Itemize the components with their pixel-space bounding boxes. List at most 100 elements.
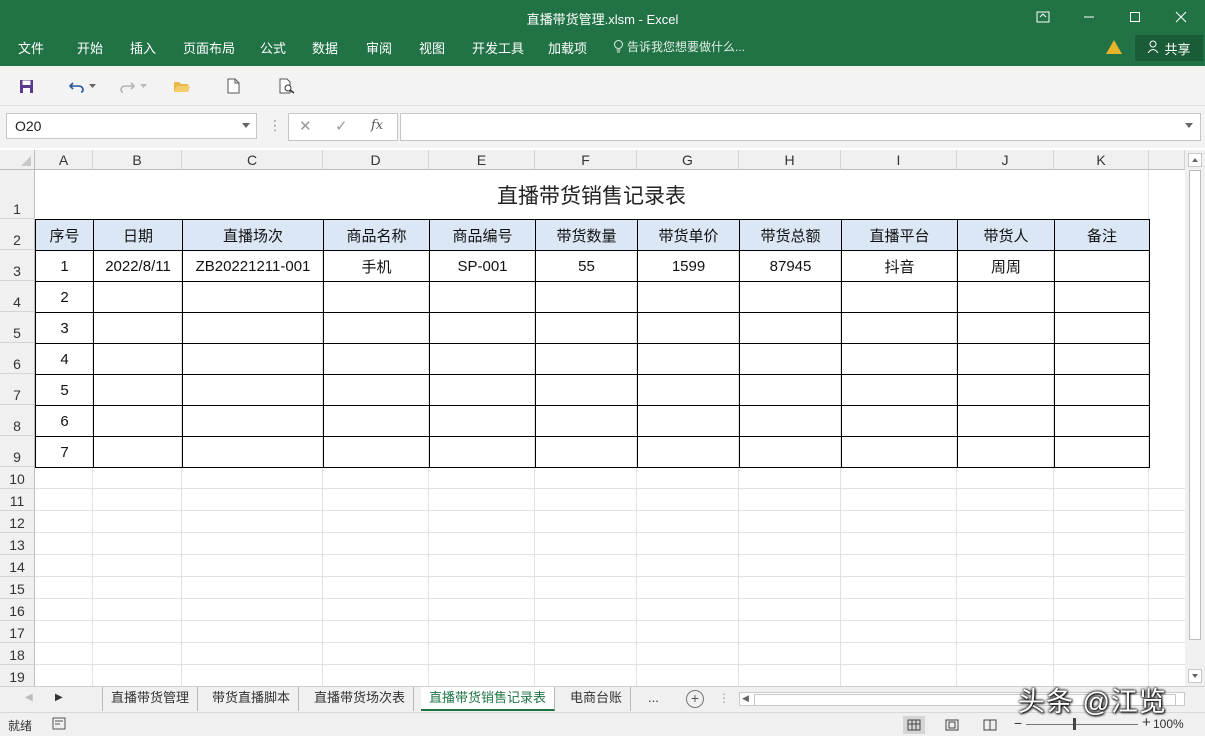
normal-view-icon[interactable] (903, 716, 925, 734)
sheet-tab-3[interactable]: 直播带货场次表 (306, 687, 415, 711)
row-header-4[interactable]: 4 (0, 281, 35, 312)
share-button[interactable]: 共享 (1135, 35, 1203, 61)
table-cell[interactable] (535, 343, 638, 375)
table-cell[interactable] (957, 343, 1055, 375)
table-cell[interactable] (1054, 250, 1150, 282)
table-cell[interactable]: 55 (535, 250, 638, 282)
tab-scroll-left-icon[interactable]: ◀ (25, 692, 33, 703)
minimize-button[interactable] (1066, 2, 1112, 32)
table-cell[interactable] (182, 405, 324, 437)
table-cell[interactable] (1054, 405, 1150, 437)
header-cell[interactable]: 带货数量 (535, 219, 638, 251)
table-cell[interactable]: 6 (35, 405, 94, 437)
row-header-14[interactable]: 14 (0, 555, 35, 577)
table-cell[interactable] (841, 405, 958, 437)
table-cell[interactable]: 4 (35, 343, 94, 375)
table-cell[interactable]: 2 (35, 281, 94, 313)
table-cell[interactable] (323, 374, 430, 406)
table-cell[interactable]: 5 (35, 374, 94, 406)
table-cell[interactable] (1054, 281, 1150, 313)
warning-icon[interactable] (1106, 40, 1122, 54)
tab-scroll-right-icon[interactable]: ▶ (55, 692, 63, 703)
row-header-6[interactable]: 6 (0, 343, 35, 374)
tab-splitter-icon[interactable]: ⋮ (718, 691, 730, 705)
table-cell[interactable] (739, 436, 842, 468)
header-cell[interactable]: 带货单价 (637, 219, 740, 251)
column-header-l[interactable] (1149, 150, 1185, 170)
tab-view[interactable]: 视图 (419, 38, 445, 57)
tab-home[interactable]: 开始 (77, 38, 103, 57)
table-cell[interactable] (429, 312, 536, 344)
table-cell[interactable] (739, 343, 842, 375)
scroll-left-icon[interactable]: ◀ (742, 693, 749, 704)
table-cell[interactable] (323, 405, 430, 437)
table-cell[interactable]: SP-001 (429, 250, 536, 282)
table-cell[interactable] (957, 281, 1055, 313)
column-header-a[interactable]: A (35, 150, 93, 170)
row-header-9[interactable]: 9 (0, 436, 35, 467)
header-cell[interactable]: 带货人 (957, 219, 1055, 251)
save-icon[interactable] (15, 75, 37, 97)
sheet-tab-2[interactable]: 带货直播脚本 (204, 687, 300, 711)
table-cell[interactable] (182, 374, 324, 406)
header-cell[interactable]: 商品编号 (429, 219, 536, 251)
table-cell[interactable] (323, 281, 430, 313)
sheet-tab-5[interactable]: 电商台账 (562, 687, 632, 711)
table-cell[interactable]: 周周 (957, 250, 1055, 282)
table-cell[interactable]: 3 (35, 312, 94, 344)
header-cell[interactable]: 带货总额 (739, 219, 842, 251)
page-break-view-icon[interactable] (979, 716, 1001, 734)
sheet-tab-1[interactable]: 直播带货管理 (102, 687, 199, 711)
sheet-tab-active[interactable]: 直播带货销售记录表 (421, 687, 556, 711)
table-cell[interactable] (323, 312, 430, 344)
table-cell[interactable] (535, 374, 638, 406)
table-cell[interactable] (429, 281, 536, 313)
table-cell[interactable] (957, 374, 1055, 406)
sheet-tab-overflow[interactable]: ... (640, 687, 667, 711)
maximize-button[interactable] (1112, 2, 1158, 32)
row-header-19[interactable]: 19 (0, 665, 35, 686)
table-cell[interactable]: 1 (35, 250, 94, 282)
table-cell[interactable] (535, 312, 638, 344)
column-header-k[interactable]: K (1054, 150, 1149, 170)
table-cell[interactable]: ZB20221211-001 (182, 250, 324, 282)
tab-file[interactable]: 文件 (18, 38, 44, 57)
table-cell[interactable] (182, 343, 324, 375)
column-header-e[interactable]: E (429, 150, 535, 170)
close-button[interactable] (1158, 2, 1204, 32)
undo-dropdown-icon[interactable] (86, 75, 98, 97)
column-header-d[interactable]: D (323, 150, 429, 170)
undo-icon[interactable] (66, 75, 88, 97)
confirm-entry-icon[interactable]: ✓ (335, 117, 348, 135)
redo-dropdown-icon[interactable] (137, 75, 149, 97)
tab-add-ins[interactable]: 加载项 (548, 38, 587, 57)
table-cell[interactable] (323, 343, 430, 375)
column-header-b[interactable]: B (93, 150, 182, 170)
table-cell[interactable] (841, 343, 958, 375)
table-cell[interactable] (182, 436, 324, 468)
table-cell[interactable] (93, 312, 183, 344)
print-preview-icon[interactable] (276, 75, 298, 97)
table-cell[interactable] (957, 405, 1055, 437)
table-cell[interactable] (182, 281, 324, 313)
tab-data[interactable]: 数据 (312, 38, 338, 57)
table-cell[interactable] (93, 436, 183, 468)
sheet-title-cell[interactable]: 直播带货销售记录表 (35, 170, 1148, 219)
tab-insert[interactable]: 插入 (130, 38, 156, 57)
table-cell[interactable]: 抖音 (841, 250, 958, 282)
table-cell[interactable] (93, 281, 183, 313)
scroll-down-icon[interactable] (1188, 669, 1202, 683)
table-cell[interactable] (739, 374, 842, 406)
column-header-j[interactable]: J (957, 150, 1054, 170)
table-cell[interactable]: 7 (35, 436, 94, 468)
zoom-slider[interactable] (1026, 724, 1138, 725)
table-cell[interactable] (841, 436, 958, 468)
tab-review[interactable]: 审阅 (366, 38, 392, 57)
table-cell[interactable] (93, 374, 183, 406)
header-cell[interactable]: 备注 (1054, 219, 1150, 251)
expand-formula-icon[interactable] (1185, 123, 1193, 128)
table-cell[interactable] (535, 405, 638, 437)
table-cell[interactable] (637, 374, 740, 406)
insert-function-icon[interactable]: fx (371, 118, 383, 133)
table-cell[interactable]: 87945 (739, 250, 842, 282)
